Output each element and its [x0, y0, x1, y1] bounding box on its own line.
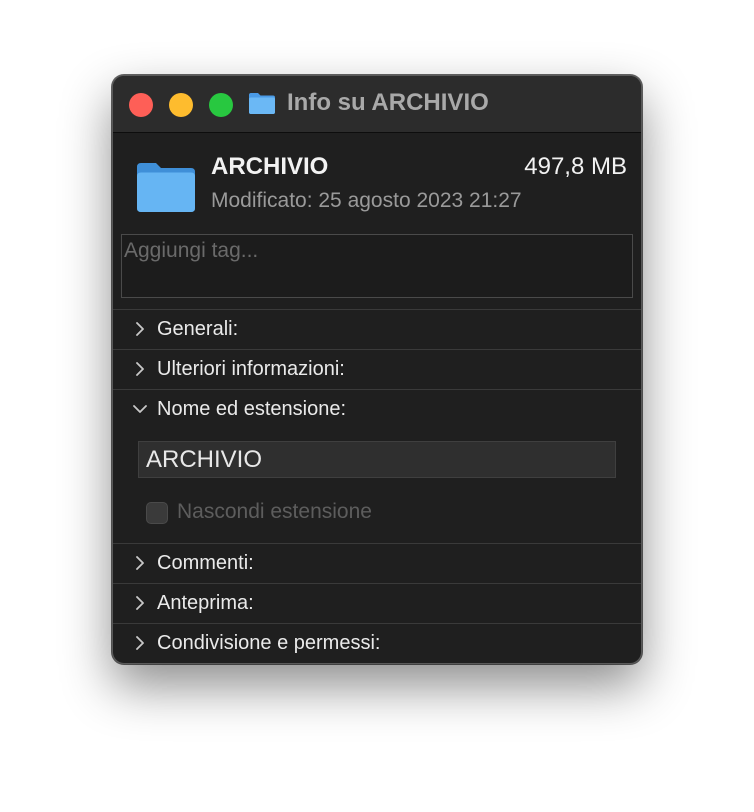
section-commenti[interactable]: Commenti:	[113, 543, 641, 583]
chevron-right-icon	[136, 322, 144, 336]
chevron-right-icon	[136, 556, 144, 570]
name-value: ARCHIVIO	[146, 446, 263, 473]
name-field[interactable]: ARCHIVIO	[138, 441, 616, 478]
chevron-right-icon	[136, 636, 144, 650]
file-name: ARCHIVIO	[211, 153, 329, 180]
section-label: Generali:	[157, 318, 239, 340]
section-condivisione-permessi[interactable]: Condivisione e permessi:	[113, 623, 641, 663]
section-label: Commenti:	[157, 552, 254, 574]
section-label: Anteprima:	[157, 592, 254, 614]
hide-extension-checkbox[interactable]	[146, 502, 168, 524]
section-nome-estensione[interactable]: Nome ed estensione:	[113, 389, 641, 429]
section-label: Condivisione e permessi:	[157, 632, 381, 654]
section-generali[interactable]: Generali:	[113, 309, 641, 349]
tags-placeholder: Aggiungi tag...	[124, 239, 259, 262]
close-button[interactable]	[129, 93, 153, 117]
chevron-right-icon	[136, 362, 144, 376]
section-ulteriori-informazioni[interactable]: Ulteriori informazioni:	[113, 349, 641, 389]
section-label: Nome ed estensione:	[157, 398, 347, 420]
minimize-button[interactable]	[169, 93, 193, 117]
section-anteprima[interactable]: Anteprima:	[113, 583, 641, 623]
zoom-button[interactable]	[209, 93, 233, 117]
file-size: 497,8 MB	[524, 153, 627, 180]
chevron-right-icon	[136, 596, 144, 610]
tags-field[interactable]: Aggiungi tag...	[121, 234, 633, 298]
window-title: Info su ARCHIVIO	[287, 89, 489, 116]
info-window: Info su ARCHIVIO ARCHIVIO 497,8 MB Modif…	[112, 75, 642, 664]
modified-date: Modificato: 25 agosto 2023 21:27	[211, 189, 522, 212]
folder-icon	[137, 163, 195, 212]
chevron-down-icon	[133, 405, 147, 413]
hide-extension-label: Nascondi estensione	[177, 500, 372, 523]
section-label: Ulteriori informazioni:	[157, 358, 345, 380]
folder-icon	[249, 93, 275, 114]
title-bar[interactable]: Info su ARCHIVIO	[113, 76, 641, 133]
